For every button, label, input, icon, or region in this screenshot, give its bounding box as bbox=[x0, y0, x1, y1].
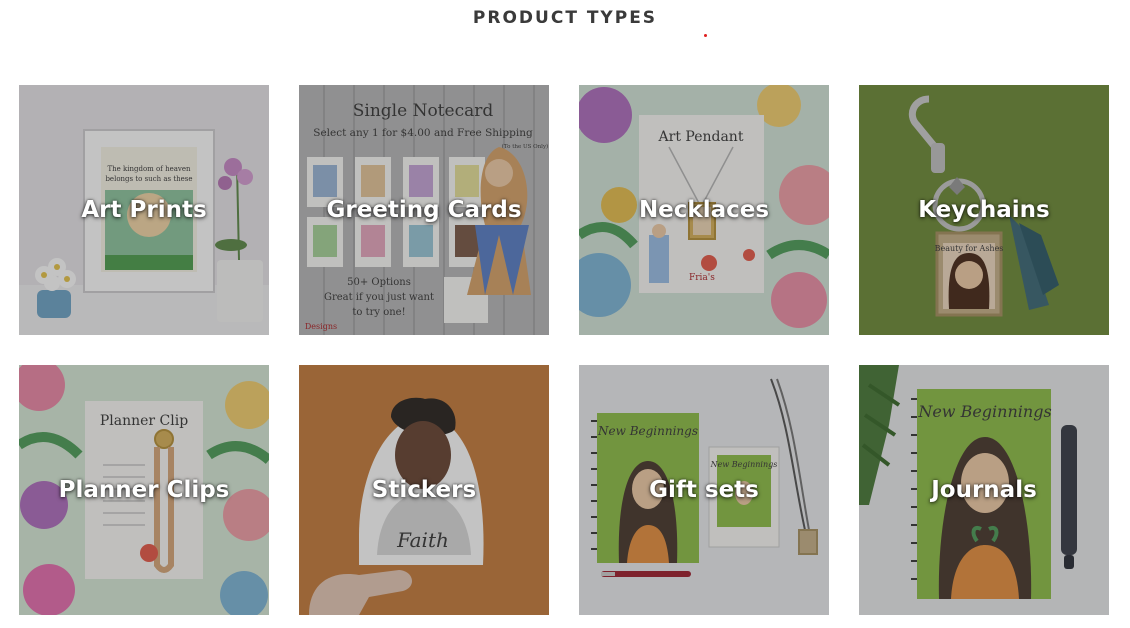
product-tile-art-prints[interactable]: The kingdom of heaven belongs to such as… bbox=[19, 85, 269, 335]
product-tile-necklaces[interactable]: Art Pendant Fria's Necklaces bbox=[579, 85, 829, 335]
product-label: Gift sets bbox=[649, 477, 759, 503]
product-tile-greeting-cards[interactable]: Single Notecard Select any 1 for $4.00 a… bbox=[299, 85, 549, 335]
product-label: Greeting Cards bbox=[326, 197, 522, 223]
product-tile-stickers[interactable]: Faith Stickers bbox=[299, 365, 549, 615]
product-type-grid: The kingdom of heaven belongs to such as… bbox=[19, 85, 1109, 615]
product-label: Art Prints bbox=[81, 197, 207, 223]
product-label: Planner Clips bbox=[58, 477, 230, 503]
product-tile-planner-clips[interactable]: Planner Clip Planner Clips bbox=[19, 365, 269, 615]
product-tile-gift-sets[interactable]: New Beginnings New Beginnings Gift sets bbox=[579, 365, 829, 615]
product-label: Keychains bbox=[918, 197, 1050, 223]
product-label: Stickers bbox=[371, 477, 477, 503]
red-dot-icon bbox=[704, 34, 707, 37]
product-label: Necklaces bbox=[638, 197, 770, 223]
product-tile-journals[interactable]: New Beginnings Journals bbox=[859, 365, 1109, 615]
section-title: PRODUCT TYPES bbox=[472, 8, 658, 28]
product-label: Journals bbox=[931, 477, 1037, 503]
product-tile-keychains[interactable]: Beauty for Ashes Keychains bbox=[859, 85, 1109, 335]
